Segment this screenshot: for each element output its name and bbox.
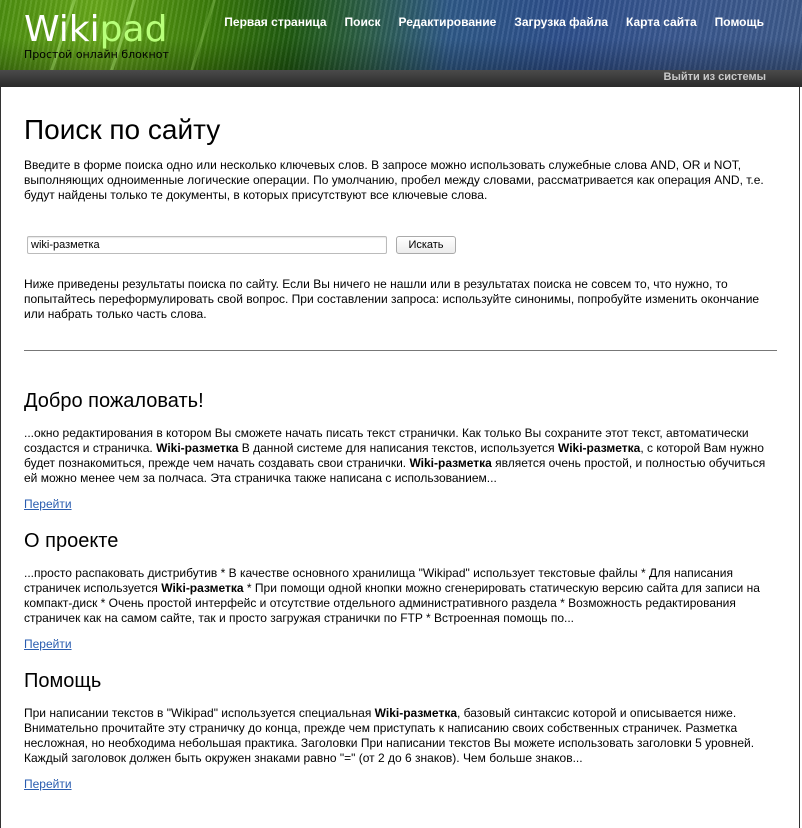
search-result: Добро пожаловать! ...окно редактирования… bbox=[24, 389, 778, 513]
nav-item-sitemap[interactable]: Карта сайта bbox=[626, 15, 697, 29]
site-tagline: Простой онлайн блокнот bbox=[24, 48, 169, 61]
result-open-link[interactable]: Перейти bbox=[24, 637, 72, 651]
nav-item-help[interactable]: Помощь bbox=[715, 15, 764, 29]
result-open-link[interactable]: Перейти bbox=[24, 777, 72, 791]
search-input[interactable] bbox=[27, 236, 387, 254]
nav-item-edit[interactable]: Редактирование bbox=[399, 15, 497, 29]
search-term-highlight: Wiki-разметка bbox=[374, 706, 457, 720]
search-term-highlight: Wiki-разметка bbox=[161, 581, 244, 595]
search-term-highlight: Wiki-разметка bbox=[409, 456, 492, 470]
divider bbox=[24, 350, 777, 351]
result-title: Добро пожаловать! bbox=[24, 390, 204, 412]
search-instructions: Введите в форме поиска одно или нескольк… bbox=[24, 158, 764, 202]
search-result: Помощь При написании текстов в "Wikipad"… bbox=[24, 669, 778, 793]
main-nav: Первая страница Поиск Редактирование Заг… bbox=[206, 15, 764, 29]
search-result: О проекте ...просто распаковать дистрибу… bbox=[24, 529, 778, 653]
result-snippet: ...просто распаковать дистрибутив * В ка… bbox=[24, 566, 760, 625]
result-snippet: ...окно редактирования в котором Вы смож… bbox=[24, 426, 766, 485]
nav-item-home[interactable]: Первая страница bbox=[224, 15, 326, 29]
header-decoration bbox=[181, 0, 222, 70]
search-form: Искать bbox=[24, 236, 778, 254]
logo-text-wiki: Wiki bbox=[24, 9, 100, 50]
nav-item-search[interactable]: Поиск bbox=[345, 15, 381, 29]
user-bar: Выйти из системы bbox=[0, 70, 802, 87]
site-logo[interactable]: Wikipad bbox=[24, 8, 167, 52]
result-title: Помощь bbox=[24, 670, 102, 692]
results-intro: Ниже приведены результаты поиска по сайт… bbox=[24, 277, 760, 321]
search-term-highlight: Wiki-разметка bbox=[557, 441, 641, 455]
logo-text-pad: pad bbox=[99, 9, 168, 50]
result-snippet: При написании текстов в "Wikipad" исполь… bbox=[24, 706, 755, 765]
logout-link[interactable]: Выйти из системы bbox=[664, 71, 766, 83]
result-title: О проекте bbox=[24, 530, 119, 552]
site-header: Wikipad Простой онлайн блокнот Первая ст… bbox=[0, 0, 802, 70]
result-open-link[interactable]: Перейти bbox=[24, 497, 72, 511]
nav-item-upload[interactable]: Загрузка файла bbox=[514, 15, 608, 29]
main-content: Поиск по сайту Введите в форме поиска од… bbox=[24, 88, 778, 793]
search-term-highlight: Wiki-разметка bbox=[156, 441, 239, 455]
search-button[interactable]: Искать bbox=[396, 236, 456, 254]
page-title: Поиск по сайту bbox=[24, 114, 221, 145]
